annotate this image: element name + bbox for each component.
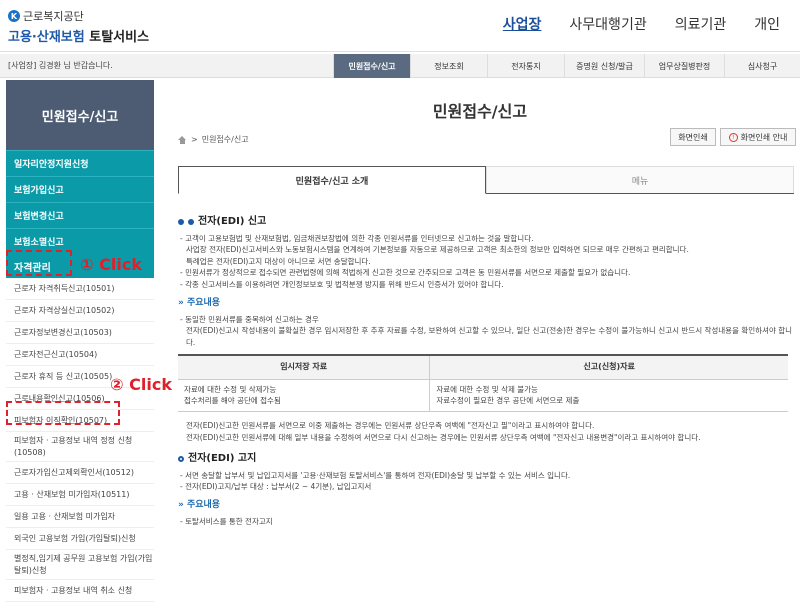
sidebar-item-insurance-join[interactable]: 보험가입신고	[6, 176, 154, 202]
logo-mark-icon: K	[8, 10, 20, 22]
info-icon: !	[728, 132, 738, 142]
table-header: 임시저장 자료	[178, 355, 430, 380]
page-title: 민원접수/신고	[432, 102, 528, 121]
section-title: 전자(EDI) 고지	[188, 453, 257, 465]
breadcrumb-current[interactable]: 민원접수/신고	[202, 134, 249, 145]
bullet-icon	[178, 218, 184, 225]
cell-line: 자료에 대한 수정 및 삭제 불가능	[436, 384, 538, 394]
menu-info[interactable]: 정보조회	[410, 54, 487, 78]
tab-menu[interactable]: 메뉴	[486, 166, 794, 193]
text-line: 사업장 전자(EDI)신고서비스와 노동보험시스템을 연계하여 기본정보를 자동…	[186, 245, 689, 255]
sidebar-subitem[interactable]: 근로자가입신고제외확인서(10512)	[6, 462, 154, 484]
section-title: 전자(EDI) 신고	[198, 216, 267, 227]
cell-line: 접수처리를 해야 공단에 접수됨	[184, 396, 281, 406]
print-button[interactable]: 화면인쇄	[670, 128, 716, 146]
menu-appeal[interactable]: 심사청구	[724, 54, 800, 78]
click-highlight-qualification	[6, 250, 72, 276]
comparison-table: 임시저장 자료 신고(신청)자료 자료에 대한 수정 및 삭제가능 접수처리를 …	[178, 354, 788, 413]
top-nav-workplace[interactable]: 사업장	[503, 14, 542, 34]
text-line: 전자(EDI)신고시 작성내용이 불확실한 경우 임시저장한 후 추후 자료를 …	[186, 326, 793, 347]
print-guide-button[interactable]: ! 화면인쇄 안내	[720, 128, 796, 146]
menu-disease[interactable]: 업무상질병판정	[644, 54, 724, 78]
site-header: K 근로복지공단 고용·산재보험 토탈서비스 사업장 사무대행기관 의료기관 개인	[0, 0, 800, 52]
text-line: - 각종 신고서비스를 이용하려면 개인정보보호 및 법적분쟁 방지를 위해 반…	[180, 280, 504, 289]
welcome-text: [사업장] 김경환 님 반갑습니다.	[8, 61, 113, 70]
click-highlight-termination	[6, 401, 120, 425]
click-annotation-1: ① Click	[80, 255, 142, 274]
service-name: 고용·산재보험	[8, 30, 85, 45]
text-line: 전자(EDI)신고한 민원서류에 대해 일부 내용을 수정하여 서면으로 다시 …	[186, 432, 701, 442]
text-line: - 서면 송달할 납부서 및 납입고지서를 '고용·산재보험 토탈서비스'를 통…	[180, 470, 571, 480]
top-nav-agency[interactable]: 사무대행기관	[569, 14, 646, 34]
table-cell: 자료에 대한 수정 및 삭제 불가능 자료수정이 필요한 경우 공단에 서면으로…	[429, 379, 788, 413]
text-line: - 민원서류가 정상적으로 접수되면 관련법령에 의해 적법하게 신고한 것으로…	[180, 268, 631, 278]
sidebar-subitem[interactable]: 외국인 고용보험 가입(가입탈퇴)신청	[6, 528, 154, 550]
content-tabs: 민원접수/신고 소개 메뉴	[178, 166, 794, 194]
text-line: - 동일한 민원서류를 중복하여 신고하는 경우	[180, 314, 319, 324]
sidebar-item-job-stability[interactable]: 일자리안정지원신청	[6, 150, 154, 176]
sidebar-subitem[interactable]: 근로자 자격취득신고(10501)	[6, 278, 154, 300]
top-nav: 사업장 사무대행기관 의료기관 개인	[475, 14, 780, 34]
sidebar-title: 민원접수/신고	[6, 80, 154, 150]
sidebar-item-insurance-change[interactable]: 보험변경신고	[6, 202, 154, 228]
text-line: 전자(EDI)신고한 민원서류를 서면으로 이중 제출하는 경우에는 민원서류 …	[186, 421, 595, 431]
sub-bar: [사업장] 김경환 님 반갑습니다. 민원접수/신고 정보조회 전자통지 증명원…	[0, 54, 800, 78]
sidebar-subitem[interactable]: 별정직,임기제 공무원 고용보험 가입(가입탈퇴)신청	[6, 550, 154, 580]
subsection-title: » 주요내용	[178, 297, 221, 308]
click-annotation-2: ② Click	[110, 375, 172, 394]
sidebar-subitem[interactable]: 피보험자 · 고용정보 내역 취소 신청	[6, 580, 154, 602]
text-line: 특례업은 전자(EDI)고지 대상이 아니므로 서면 송달합니다.	[186, 256, 371, 266]
menu-certificate[interactable]: 증명원 신청/발급	[564, 54, 644, 78]
table-cell: 자료에 대한 수정 및 삭제가능 접수처리를 해야 공단에 접수됨	[178, 379, 430, 413]
org-name: 근로복지공단	[23, 10, 84, 23]
print-guide-label: 화면인쇄 안내	[740, 132, 788, 142]
bullet-icon	[188, 218, 194, 225]
sidebar-subitem[interactable]: 근로자 자격상실신고(10502)	[6, 300, 154, 322]
sidebar-subitem[interactable]: 근로자전근신고(10504)	[6, 344, 154, 366]
breadcrumb: > 민원접수/신고	[178, 134, 249, 145]
sidebar-subitem[interactable]: 근로자정보변경신고(10503)	[6, 322, 154, 344]
content-body: 전자(EDI) 신고 - 고객이 고용보험법 및 산재보험법, 임금채권보장법에…	[178, 214, 798, 528]
top-nav-personal[interactable]: 개인	[754, 14, 780, 34]
text-line: - 고객이 고용보험법 및 산재보험법, 임금채권보장법에 의한 각종 민원서류…	[180, 233, 534, 243]
tab-intro[interactable]: 민원접수/신고 소개	[178, 166, 486, 194]
sidebar-subitem[interactable]: 고용 · 산재보험 미가입자(10511)	[6, 484, 154, 506]
section-edi-report: 전자(EDI) 신고	[178, 214, 798, 230]
top-nav-medical[interactable]: 의료기관	[675, 14, 727, 34]
table-row: 자료에 대한 수정 및 삭제가능 접수처리를 해야 공단에 접수됨 자료에 대한…	[178, 379, 788, 413]
service-name-sub: 토탈서비스	[89, 30, 150, 45]
bullet-icon	[178, 456, 184, 463]
home-icon[interactable]	[178, 135, 187, 144]
site-logo[interactable]: K 근로복지공단 고용·산재보험 토탈서비스	[8, 8, 149, 45]
sidebar-subitem[interactable]: 일용 고용 · 산재보험 미가입자	[6, 506, 154, 528]
subsection-label: 주요내용	[186, 297, 221, 308]
table-header: 신고(신청)자료	[429, 355, 788, 380]
subsection-title: » 주요내용	[178, 500, 221, 511]
text-line: - 토탈서비스를 통한 전자고지	[180, 517, 273, 527]
cell-line: 자료수정이 필요한 경우 공단에 서면으로 제출	[436, 396, 580, 406]
menu-complaint[interactable]: 민원접수/신고	[333, 54, 410, 78]
cell-line: 자료에 대한 수정 및 삭제가능	[184, 384, 277, 394]
breadcrumb-sep: >	[191, 135, 198, 144]
text-line: - 전자(EDI)고지/납부 대상 : 납부서(2 ~ 4기분), 납입고지서	[180, 482, 372, 492]
sidebar-subitem[interactable]: 피보험자 · 고용정보 내역 정정 신청(10508)	[6, 432, 154, 462]
section-edi-notice: 전자(EDI) 고지	[178, 451, 798, 467]
sidebar: 민원접수/신고 일자리안정지원신청 보험가입신고 보험변경신고 보험소멸신고 자…	[6, 80, 154, 602]
main-menu: 민원접수/신고 정보조회 전자통지 증명원 신청/발급 업무상질병판정 심사청구	[333, 54, 800, 78]
subsection-label: 주요내용	[186, 500, 221, 511]
menu-notice[interactable]: 전자통지	[487, 54, 564, 78]
